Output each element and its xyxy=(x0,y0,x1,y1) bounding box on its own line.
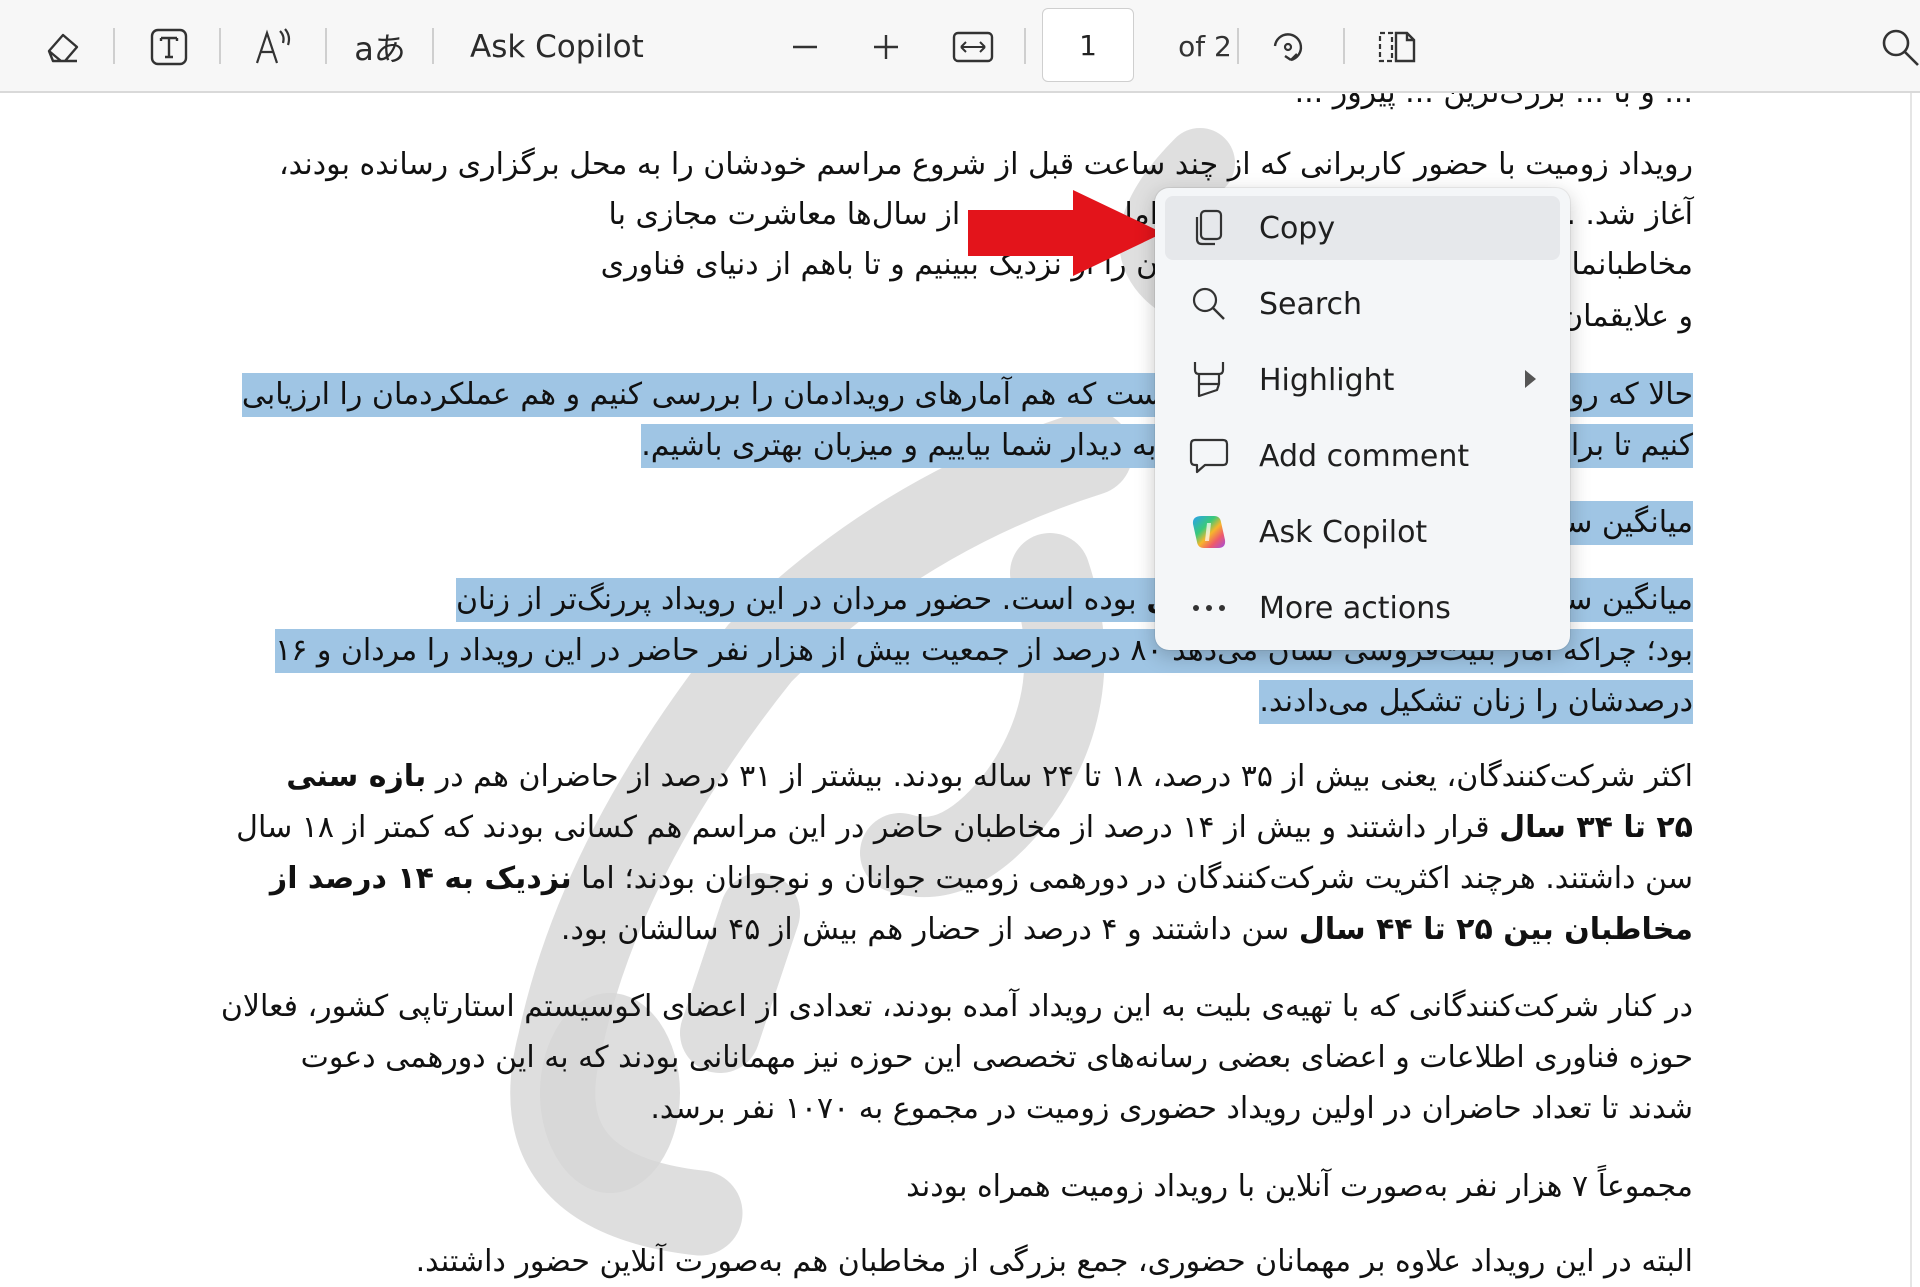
text-line[interactable]: مجموعاً ۷ هزار نفر به‌صورت آنلاین با روی… xyxy=(906,1165,1693,1209)
rotate-button[interactable] xyxy=(1263,0,1313,93)
translate-button[interactable]: aあ xyxy=(352,0,408,93)
text-line[interactable]: ۲۵ تا ۳۴ سال قرار داشتند و بیش از ۱۴ درص… xyxy=(236,806,1693,850)
menu-label: Add comment xyxy=(1259,438,1470,474)
context-menu: Copy Search Highlight Add comment Ask Co… xyxy=(1155,188,1570,650)
bold-text: ۲۵ تا ۳۴ سال xyxy=(1499,810,1693,845)
menu-item-add-comment[interactable]: Add comment xyxy=(1165,424,1560,488)
zoom-in-button[interactable] xyxy=(861,0,911,93)
text-line[interactable]: اکثر شرکت‌کنندگان، یعنی بیش از ۳۵ درصد، … xyxy=(286,755,1693,799)
menu-item-ask-copilot[interactable]: Ask Copilot xyxy=(1165,500,1560,564)
menu-item-more-actions[interactable]: More actions xyxy=(1165,576,1560,640)
toolbar-divider xyxy=(432,28,434,64)
page-view-button[interactable] xyxy=(1372,0,1422,93)
search-button[interactable] xyxy=(1880,0,1920,93)
toolbar-divider xyxy=(1237,28,1239,64)
comment-icon xyxy=(1189,436,1229,476)
read-aloud-button[interactable] xyxy=(250,0,300,93)
bold-text: بازه سنی xyxy=(286,759,427,794)
pdf-toolbar: aあ Ask Copilot 1 of 2 xyxy=(0,0,1920,93)
bold-text: مخاطبان بین ۲۵ تا ۴۴ سال xyxy=(1298,912,1693,947)
text-box-icon xyxy=(150,28,188,65)
text-line[interactable]: سن داشتند. هرچند اکثریت شرکت‌کنندگان در … xyxy=(270,857,1693,901)
menu-label: Copy xyxy=(1259,210,1336,246)
page-view-icon xyxy=(1378,31,1416,62)
search-icon xyxy=(1882,29,1919,66)
zoom-out-button[interactable] xyxy=(780,0,830,93)
text-line[interactable]: حوزه فناوری اطلاعات و اعضای بعضی رسانه‌ه… xyxy=(301,1036,1693,1080)
read-aloud-icon xyxy=(255,27,291,63)
zoom-in-icon xyxy=(874,34,898,59)
bold-text: نزدیک به ۱۴ درصد از xyxy=(269,861,572,896)
fit-width-icon xyxy=(952,31,994,62)
chevron-right-icon xyxy=(1525,370,1536,388)
copilot-icon xyxy=(1189,512,1229,552)
text-line[interactable]: مخاطبان بین ۲۵ تا ۴۴ سال سن داشتند و ۴ د… xyxy=(561,908,1693,952)
copy-icon xyxy=(1189,208,1229,248)
highlighter-icon xyxy=(1189,360,1229,400)
pdf-page[interactable]: ... و با ... بزرگ‌ترین ... پیروز ... روی… xyxy=(0,93,1912,1287)
page-number-input[interactable]: 1 xyxy=(1042,8,1134,82)
menu-item-highlight[interactable]: Highlight xyxy=(1165,348,1560,412)
menu-item-search[interactable]: Search xyxy=(1165,272,1560,336)
ask-copilot-button[interactable]: Ask Copilot xyxy=(470,0,650,93)
eraser-icon xyxy=(47,33,79,62)
add-text-button[interactable] xyxy=(144,0,194,93)
text-line[interactable]: البته در این رویداد علاوه بر مهمانان حضو… xyxy=(416,1240,1693,1284)
toolbar-divider xyxy=(325,28,327,64)
text-line[interactable]: رویداد زومیت با حضور کاربرانی که از چند … xyxy=(279,143,1693,187)
eraser-button[interactable] xyxy=(38,0,88,93)
ask-copilot-label: Ask Copilot xyxy=(470,28,644,65)
menu-label: More actions xyxy=(1259,590,1451,626)
menu-label: Search xyxy=(1259,286,1363,322)
text-line[interactable]: ... و با ... بزرگ‌ترین ... پیروز ... xyxy=(1295,93,1693,115)
selected-text-line[interactable]: درصدشان را زنان تشکیل می‌دادند. xyxy=(1259,680,1693,724)
red-arrow-icon xyxy=(968,190,1163,276)
page-total: of 2 xyxy=(1178,30,1232,63)
more-icon xyxy=(1189,588,1229,628)
page-number-value: 1 xyxy=(1079,28,1097,62)
toolbar-divider xyxy=(113,28,115,64)
toolbar-divider xyxy=(1343,28,1345,64)
menu-item-copy[interactable]: Copy xyxy=(1165,196,1560,260)
menu-label: Ask Copilot xyxy=(1259,514,1428,550)
rotate-icon xyxy=(1273,32,1303,61)
fit-width-button[interactable] xyxy=(948,0,998,93)
menu-label: Highlight xyxy=(1259,362,1395,398)
translate-icon: aあ xyxy=(354,29,406,68)
toolbar-divider xyxy=(219,28,221,64)
zoom-out-icon xyxy=(793,45,817,48)
toolbar-divider xyxy=(1024,28,1026,64)
search-icon xyxy=(1189,284,1229,324)
text-line[interactable]: در کنار شرکت‌کنندگانی که با تهیه‌ی بلیت … xyxy=(221,985,1693,1029)
text-line[interactable]: شدند تا تعداد حاضران در اولین رویداد حضو… xyxy=(650,1087,1693,1131)
